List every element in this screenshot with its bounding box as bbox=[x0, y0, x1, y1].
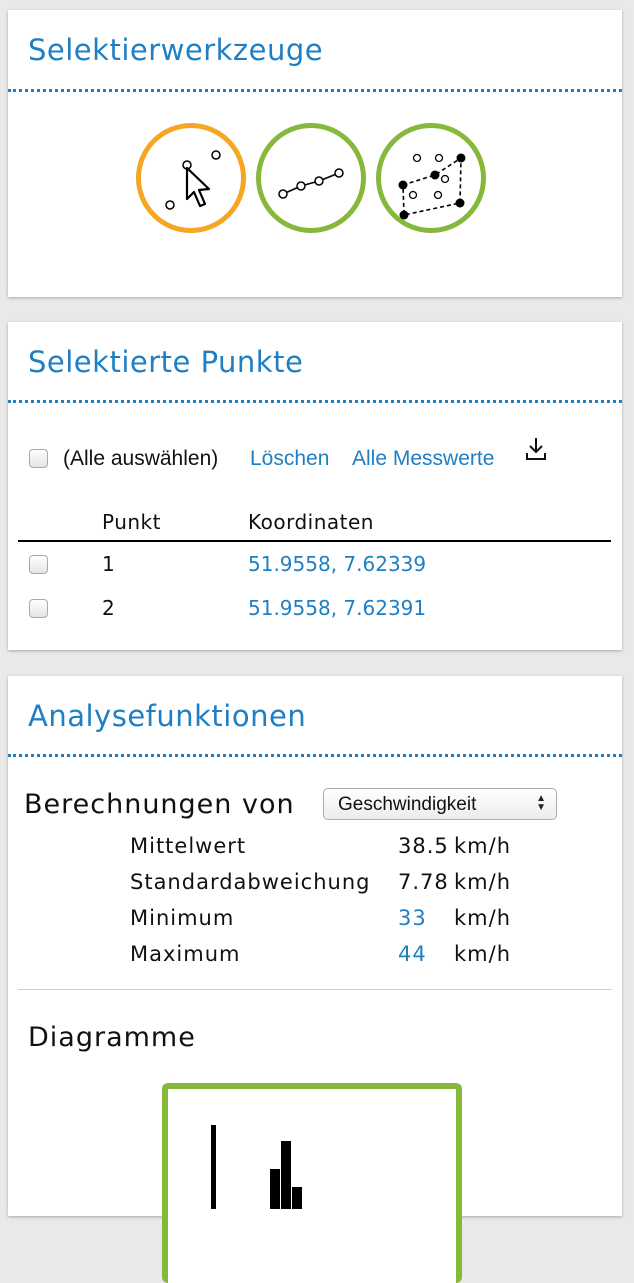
section-divider bbox=[18, 989, 612, 990]
table-header-divider bbox=[18, 540, 611, 542]
column-header-coordinates: Koordinaten bbox=[248, 510, 374, 534]
analysis-panel: Analysefunktionen Berechnungen von Gesch… bbox=[8, 676, 622, 1283]
stat-row-maximum: Maximum 44 km/h bbox=[8, 942, 622, 972]
selection-tools-panel: Selektierwerkzeuge bbox=[8, 10, 622, 297]
analysis-title: Analysefunktionen bbox=[28, 699, 307, 733]
histogram-icon bbox=[211, 1125, 302, 1209]
calc-label: Berechnungen von bbox=[24, 789, 295, 820]
stat-value: 38.5 bbox=[398, 834, 449, 858]
selected-points-panel: Selektierte Punkte (Alle auswählen) Lösc… bbox=[8, 322, 622, 650]
stat-label: Maximum bbox=[130, 942, 241, 966]
row-checkbox[interactable] bbox=[29, 555, 48, 574]
stat-label: Mittelwert bbox=[130, 834, 247, 858]
stat-unit: km/h bbox=[454, 906, 512, 930]
point-coordinates-link[interactable]: 51.9558, 7.62391 bbox=[248, 596, 426, 620]
pointer-select-icon bbox=[165, 150, 221, 210]
stat-row-minimum: Minimum 33 km/h bbox=[8, 906, 622, 936]
all-values-link[interactable]: Alle Messwerte bbox=[352, 447, 494, 471]
diagrams-title: Diagramme bbox=[28, 1022, 196, 1053]
selection-tools-title: Selektierwerkzeuge bbox=[28, 33, 324, 67]
column-header-point: Punkt bbox=[102, 510, 161, 534]
stat-row-stddev: Standardabweichung 7.78 km/h bbox=[8, 870, 622, 900]
selection-tool-group bbox=[136, 123, 496, 238]
stat-unit: km/h bbox=[454, 870, 512, 894]
line-select-icon bbox=[278, 168, 344, 199]
polygon-select-icon bbox=[398, 153, 466, 220]
download-icon[interactable] bbox=[524, 435, 548, 463]
selected-points-title: Selektierte Punkte bbox=[28, 345, 304, 379]
calc-attribute-value: Geschwindigkeit bbox=[338, 794, 477, 815]
select-arrows-icon: ▲ ▼ bbox=[536, 793, 546, 813]
row-checkbox[interactable] bbox=[29, 599, 48, 618]
point-id: 1 bbox=[102, 552, 115, 576]
pointer-select-tool[interactable] bbox=[136, 123, 246, 233]
line-select-tool[interactable] bbox=[256, 123, 366, 233]
stat-value: 7.78 bbox=[398, 870, 449, 894]
stat-label: Standardabweichung bbox=[130, 870, 371, 894]
point-coordinates-link[interactable]: 51.9558, 7.62339 bbox=[248, 552, 426, 576]
stat-unit: km/h bbox=[454, 942, 512, 966]
stat-row-mean: Mittelwert 38.5 km/h bbox=[8, 834, 622, 864]
calc-attribute-select[interactable]: Geschwindigkeit ▲ ▼ bbox=[323, 788, 557, 820]
stat-value-link[interactable]: 44 bbox=[398, 942, 427, 966]
point-id: 2 bbox=[102, 596, 115, 620]
delete-link[interactable]: Löschen bbox=[250, 447, 329, 471]
stat-unit: km/h bbox=[454, 834, 512, 858]
title-divider bbox=[8, 89, 622, 92]
title-divider bbox=[8, 754, 622, 757]
stat-label: Minimum bbox=[130, 906, 235, 930]
histogram-button[interactable] bbox=[162, 1083, 462, 1283]
polygon-select-tool[interactable] bbox=[376, 123, 486, 233]
select-all-label: (Alle auswählen) bbox=[63, 447, 219, 470]
stat-value-link[interactable]: 33 bbox=[398, 906, 427, 930]
select-all-checkbox[interactable] bbox=[29, 449, 48, 468]
title-divider bbox=[8, 400, 622, 403]
